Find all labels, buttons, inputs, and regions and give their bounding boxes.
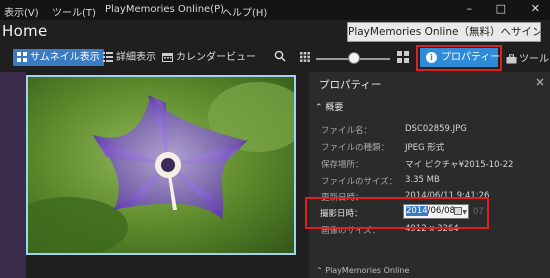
shoot-time-partial: 07	[473, 207, 484, 217]
property-label: ファイルのサイズ：	[321, 177, 398, 187]
shoot-date-label: 撮影日時：	[320, 209, 363, 219]
list-view-icon	[103, 52, 113, 62]
tools-button[interactable]: ツール	[506, 50, 549, 65]
property-value: 3.35 MB	[405, 175, 440, 185]
property-label: ファイルの種類：	[321, 143, 390, 153]
calendar-view-button[interactable]: カレンダービュー	[162, 49, 256, 66]
date-picker-icon[interactable]	[454, 207, 462, 215]
chevron-down-icon[interactable]: ▼	[462, 206, 467, 218]
menu-help[interactable]: ヘルプ(H)	[222, 4, 267, 19]
property-value: DSC02859.JPG	[405, 124, 467, 134]
properties-panel: プロパティー ⌃ 概要 ファイル名： DSC02859.JPG ファイルの種類：…	[309, 72, 550, 278]
info-icon: i	[426, 51, 437, 63]
menu-view[interactable]: 表示(V)	[4, 4, 39, 19]
signin-button[interactable]: PlayMemories Online（無料）へサインイン	[347, 22, 541, 42]
panel-close-icon[interactable]	[536, 78, 544, 86]
property-label: ファイル名：	[321, 126, 373, 136]
maximize-button[interactable]: □	[496, 2, 506, 15]
shoot-date-input[interactable]: 2014/06/08 ▼	[403, 204, 469, 219]
detail-view-button[interactable]: 詳細表示	[103, 49, 156, 66]
search-icon[interactable]	[274, 50, 286, 62]
playmemories-online-section-header[interactable]: ⌃ PlayMemories Online	[316, 266, 409, 275]
menu-tools[interactable]: ツール(T)	[52, 4, 96, 19]
playmemories-online-section-label: PlayMemories Online	[325, 266, 410, 275]
tools-button-label: ツール	[519, 54, 549, 65]
thumbnail-view-button[interactable]: サムネイル表示	[13, 49, 104, 66]
large-thumbnails-icon[interactable]	[397, 51, 409, 63]
property-value: JPEG 形式	[405, 143, 445, 153]
close-button[interactable]: ✕	[531, 2, 540, 15]
properties-button[interactable]: i プロパティー	[420, 48, 501, 67]
selected-photo[interactable]	[26, 75, 296, 255]
app-window: 表示(V) ツール(T) PlayMemories Online(P) ヘルプ(…	[0, 0, 550, 278]
menu-playmemories-online[interactable]: PlayMemories Online(P)	[105, 4, 224, 15]
property-label: 保存場所：	[321, 160, 364, 170]
menu-bar: 表示(V) ツール(T) PlayMemories Online(P) ヘルプ(…	[0, 0, 550, 20]
chevron-up-icon: ⌃	[316, 266, 323, 275]
minimize-button[interactable]: –	[467, 2, 473, 15]
photo-image	[28, 77, 294, 253]
small-thumbnails-icon[interactable]	[300, 52, 310, 62]
shoot-date-rest: /06/08	[427, 206, 455, 216]
toolbox-icon	[506, 54, 517, 64]
properties-button-label: プロパティー	[441, 52, 501, 63]
adjacent-thumbnail-strip	[0, 72, 26, 278]
thumbnail-view-label: サムネイル表示	[30, 52, 100, 63]
detail-view-label: 詳細表示	[116, 52, 156, 63]
property-value: マイ ピクチャ¥2015-10-22	[405, 160, 514, 170]
calendar-view-label: カレンダービュー	[176, 52, 256, 63]
overview-section-label: 概要	[325, 103, 344, 113]
calendar-icon	[162, 53, 173, 62]
shoot-date-year-selected: 2014	[406, 206, 428, 216]
page-title: Home	[2, 22, 48, 40]
chevron-up-icon: ⌃	[315, 103, 323, 113]
overview-section-header[interactable]: ⌃ 概要	[315, 100, 343, 113]
properties-panel-title: プロパティー	[319, 79, 382, 91]
grid-view-icon	[17, 52, 27, 62]
